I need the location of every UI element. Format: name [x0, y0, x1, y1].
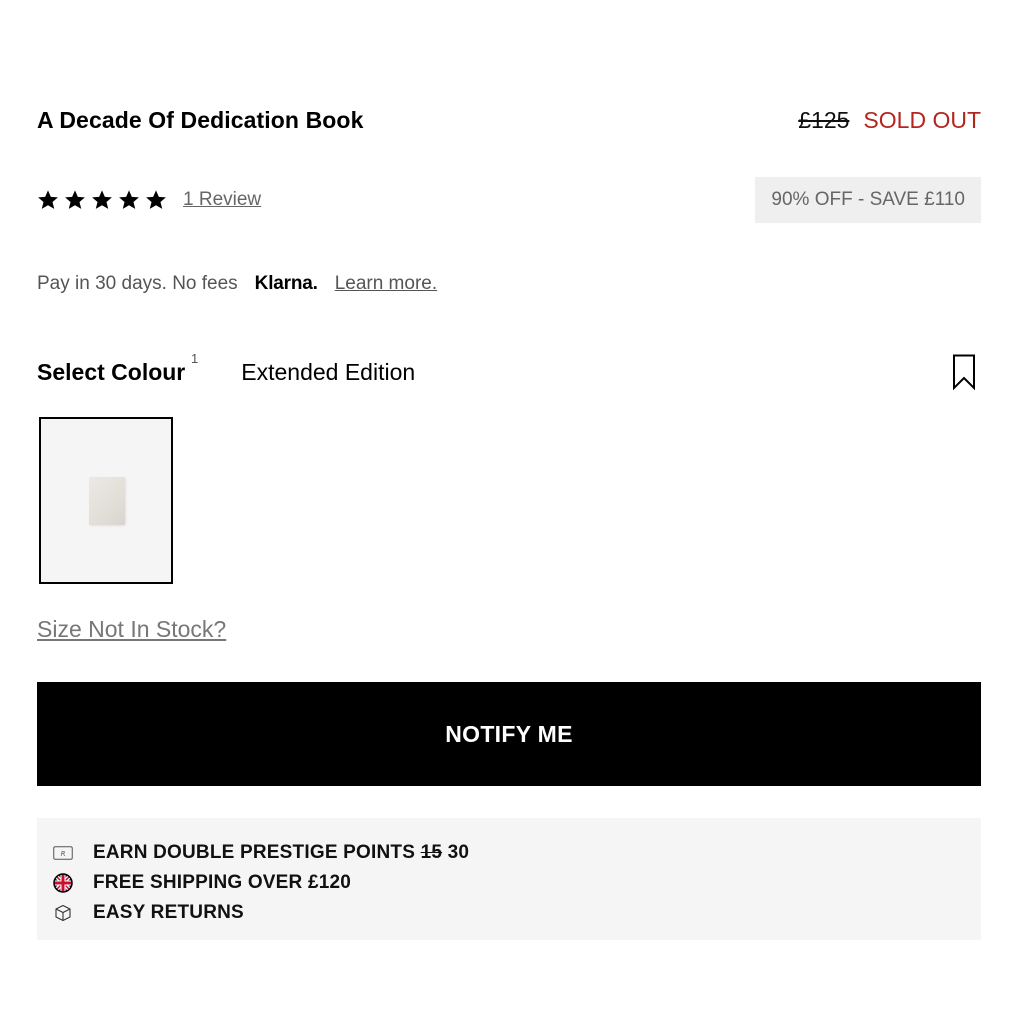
- star-icon: [118, 189, 140, 211]
- original-price: £125: [798, 106, 850, 133]
- rewards-card-icon: R: [53, 843, 73, 863]
- title-row: A Decade Of Dedication Book £125 SOLD OU…: [37, 104, 981, 136]
- points-new: 30: [447, 842, 470, 863]
- stock-status: SOLD OUT: [863, 106, 981, 133]
- book-thumbnail: [89, 477, 125, 525]
- colour-count: 1: [191, 350, 199, 366]
- perk-shipping-text: FREE SHIPPING OVER £120: [93, 872, 352, 893]
- klarna-row: Pay in 30 days. No fees Klarna. Learn mo…: [37, 268, 981, 300]
- points-prefix: EARN DOUBLE PRESTIGE POINTS: [93, 842, 416, 863]
- star-rating: 1 Review: [37, 189, 261, 211]
- points-old: 15: [420, 842, 443, 863]
- select-colour-label: Select Colour 1: [37, 351, 198, 386]
- perk-returns-text: EASY RETURNS: [93, 902, 244, 923]
- notify-me-button[interactable]: NOTIFY ME: [37, 682, 981, 786]
- svg-text:R: R: [61, 850, 66, 858]
- price-block: £125 SOLD OUT: [798, 107, 981, 134]
- perk-points-text: EARN DOUBLE PRESTIGE POINTS 15 30: [93, 842, 469, 864]
- perks-box: R EARN DOUBLE PRESTIGE POINTS 15 30 FREE…: [37, 818, 981, 940]
- perk-points: R EARN DOUBLE PRESTIGE POINTS 15 30: [37, 838, 981, 868]
- colour-swatch[interactable]: [39, 417, 173, 584]
- klarna-logo: Klarna.: [254, 273, 318, 294]
- learn-more-link[interactable]: Learn more.: [335, 273, 437, 295]
- star-icon: [91, 189, 113, 211]
- discount-badge: 90% OFF - SAVE £110: [755, 177, 981, 223]
- review-link[interactable]: 1 Review: [183, 189, 261, 211]
- box-icon: [53, 903, 73, 923]
- selected-colour-name: Extended Edition: [241, 358, 416, 385]
- star-icon: [64, 189, 86, 211]
- star-icon: [37, 189, 59, 211]
- star-icon: [145, 189, 167, 211]
- bookmark-icon[interactable]: [952, 354, 976, 390]
- perk-returns: EASY RETURNS: [37, 898, 981, 928]
- klarna-pay-text: Pay in 30 days. No fees: [37, 273, 238, 294]
- uk-flag-icon: [53, 873, 73, 893]
- product-title: A Decade Of Dedication Book: [37, 106, 364, 133]
- rating-row: 1 Review 90% OFF - SAVE £110: [37, 177, 981, 223]
- select-colour-text: Select Colour: [37, 358, 186, 385]
- size-not-in-stock-link[interactable]: Size Not In Stock?: [37, 616, 226, 643]
- perk-shipping: FREE SHIPPING OVER £120: [37, 868, 981, 898]
- colour-row: Select Colour 1 Extended Edition: [37, 350, 981, 394]
